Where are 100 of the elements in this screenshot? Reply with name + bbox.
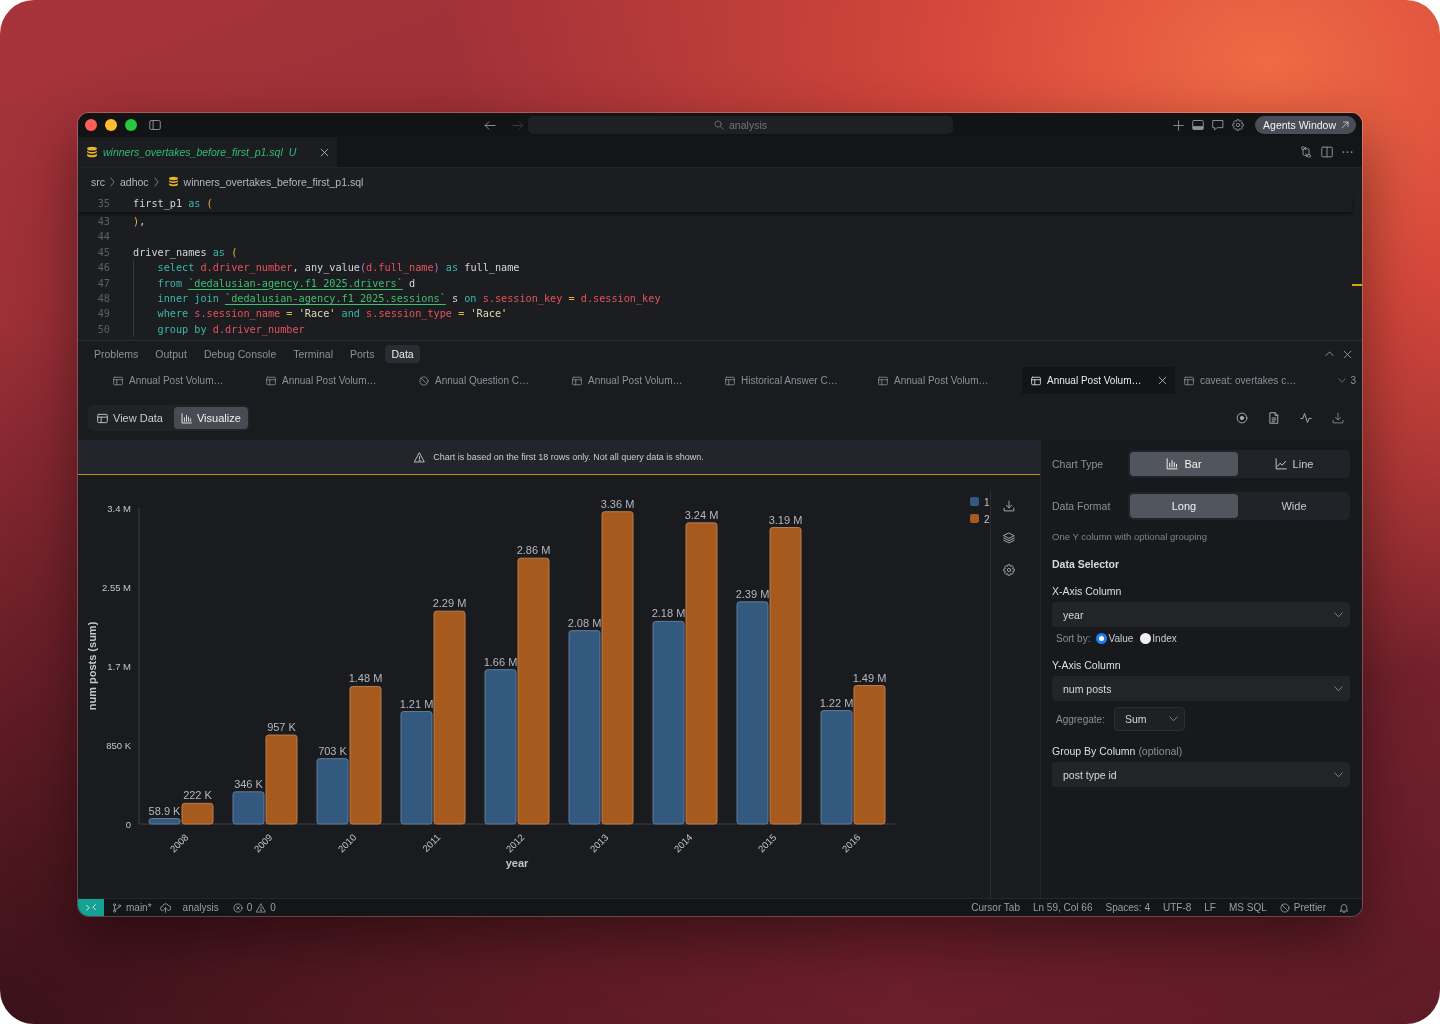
- close-icon[interactable]: [320, 147, 329, 157]
- data-label: 2.18 M: [651, 607, 686, 620]
- window-close-icon[interactable]: [85, 119, 97, 131]
- agents-window-button[interactable]: Agents Window: [1255, 116, 1356, 134]
- query-tab[interactable]: Annual Post Volum…: [257, 367, 410, 394]
- line-number: 46: [96, 261, 110, 276]
- query-tab[interactable]: Historical Answer C…: [716, 367, 869, 394]
- query-tab[interactable]: Annual Question C…: [410, 367, 563, 394]
- data-label: 2.39 M: [735, 587, 770, 600]
- settings-icon[interactable]: [1003, 564, 1015, 576]
- remote-icon: [86, 904, 96, 911]
- branch-item[interactable]: main*: [112, 902, 152, 913]
- breadcrumb-item[interactable]: src: [91, 175, 105, 188]
- close-icon[interactable]: [1343, 349, 1352, 359]
- segment-button[interactable]: Bar: [1130, 452, 1238, 476]
- status-item[interactable]: Ln 59, Col 66: [1032, 902, 1093, 913]
- editor-tab[interactable]: winners_overtakes_before_first_p1.sql U: [78, 137, 337, 167]
- code-line: first_p1 as (: [133, 197, 213, 212]
- back-arrow-icon[interactable]: [484, 120, 496, 130]
- more-icon[interactable]: [1342, 150, 1353, 154]
- status-item[interactable]: MS SQL: [1228, 902, 1267, 913]
- view-toggle[interactable]: Visualize: [173, 407, 248, 429]
- record-icon[interactable]: [1236, 412, 1248, 424]
- command-center[interactable]: analysis: [528, 116, 953, 134]
- code-line: group by d.driver_number: [157, 322, 305, 338]
- bell-icon[interactable]: [1339, 902, 1349, 913]
- query-tab[interactable]: Annual Post Volum…: [104, 367, 257, 394]
- window-zoom-icon[interactable]: [125, 119, 137, 131]
- database-icon: [167, 176, 179, 187]
- bar-chart-icon: [180, 412, 192, 424]
- breadcrumb-item[interactable]: winners_overtakes_before_first_p1.sql: [163, 175, 364, 188]
- dropdown[interactable]: num posts: [1052, 676, 1350, 701]
- chevron-down-icon: [1338, 378, 1347, 383]
- table-icon: [725, 375, 735, 386]
- download-icon[interactable]: [1003, 500, 1015, 512]
- dropdown[interactable]: post type id: [1052, 762, 1350, 787]
- workspace-item[interactable]: analysis: [182, 902, 219, 913]
- blocked-icon: [419, 375, 429, 386]
- layers-icon[interactable]: [1003, 532, 1015, 544]
- pulse-icon[interactable]: [1300, 412, 1312, 424]
- remote-button[interactable]: [78, 899, 104, 916]
- git-compare-icon[interactable]: [1300, 146, 1312, 158]
- panel-tab[interactable]: Data: [385, 345, 420, 363]
- radio-button[interactable]: [1096, 632, 1108, 644]
- settings-icon[interactable]: [1232, 119, 1245, 131]
- query-tab[interactable]: Annual Post Volum…: [869, 367, 1022, 394]
- chat-icon[interactable]: [1212, 119, 1225, 131]
- panel-tab[interactable]: Output: [149, 345, 193, 363]
- line-number: 50: [96, 322, 110, 337]
- radio-label: Value: [1108, 632, 1134, 644]
- warnings-item[interactable]: 0: [256, 902, 276, 913]
- radio-button[interactable]: [1140, 632, 1152, 644]
- field-label: Data Format: [1052, 500, 1112, 512]
- status-item[interactable]: UTF-8: [1162, 902, 1192, 913]
- split-editor-icon[interactable]: [1321, 146, 1333, 158]
- data-label: 58.9 K: [148, 804, 181, 817]
- dropdown[interactable]: Sum: [1113, 707, 1185, 731]
- bar-chart-icon: [1166, 458, 1179, 470]
- view-toggle[interactable]: View Data: [90, 407, 170, 429]
- data-label: 3.24 M: [684, 508, 719, 521]
- dropdown[interactable]: year: [1052, 602, 1350, 627]
- code-line: ),: [133, 215, 146, 229]
- line-number: 35: [96, 197, 110, 211]
- query-tab[interactable]: Annual Post Volum…: [563, 367, 716, 394]
- line-number: 49: [96, 307, 110, 322]
- arrow-up-right-icon: [1341, 121, 1349, 129]
- status-item[interactable]: LF: [1204, 902, 1216, 913]
- query-tab[interactable]: Annual Post Volum…: [1022, 367, 1175, 394]
- y-tick-label: 1.7 M: [107, 660, 131, 672]
- chevron-up-icon[interactable]: [1325, 351, 1334, 357]
- legend-label: 2: [984, 513, 990, 525]
- document-icon[interactable]: [1268, 412, 1280, 424]
- code-line: where s.session_name = 'Race' and s.session_type = 'Race': [157, 307, 508, 322]
- segment-button[interactable]: Line: [1240, 452, 1348, 476]
- status-item[interactable]: Cursor Tab: [971, 902, 1020, 913]
- chevron-down-icon: [1334, 685, 1343, 692]
- errors-item[interactable]: 0: [232, 902, 253, 913]
- breadcrumb-item[interactable]: adhoc: [120, 175, 149, 188]
- cloud-upload-icon[interactable]: [159, 902, 171, 913]
- panel-tab[interactable]: Debug Console: [197, 345, 283, 363]
- close-icon[interactable]: [1158, 376, 1167, 385]
- radio-label: Index: [1152, 632, 1177, 644]
- field-label: Chart Type: [1052, 458, 1105, 470]
- segment-button[interactable]: Wide: [1240, 494, 1348, 518]
- formatter-item[interactable]: Prettier: [1279, 902, 1326, 913]
- status-item[interactable]: Spaces: 4: [1105, 902, 1150, 913]
- sidebar-toggle-icon[interactable]: [149, 119, 161, 131]
- query-tab[interactable]: caveat: overtakes c…: [1175, 367, 1328, 394]
- branch-icon: [112, 902, 122, 913]
- data-label: 957 K: [267, 721, 296, 734]
- window-minimize-icon[interactable]: [105, 119, 117, 131]
- plus-icon[interactable]: [1173, 119, 1185, 131]
- segment-button[interactable]: Long: [1130, 494, 1238, 518]
- tab-overflow-button[interactable]: 3: [1338, 367, 1356, 394]
- download-icon[interactable]: [1332, 412, 1344, 424]
- table-icon: [1184, 375, 1194, 386]
- panel-tab[interactable]: Ports: [343, 345, 381, 363]
- panel-layout-icon[interactable]: [1192, 119, 1205, 131]
- panel-tab[interactable]: Terminal: [287, 345, 339, 363]
- panel-tab[interactable]: Problems: [88, 345, 145, 363]
